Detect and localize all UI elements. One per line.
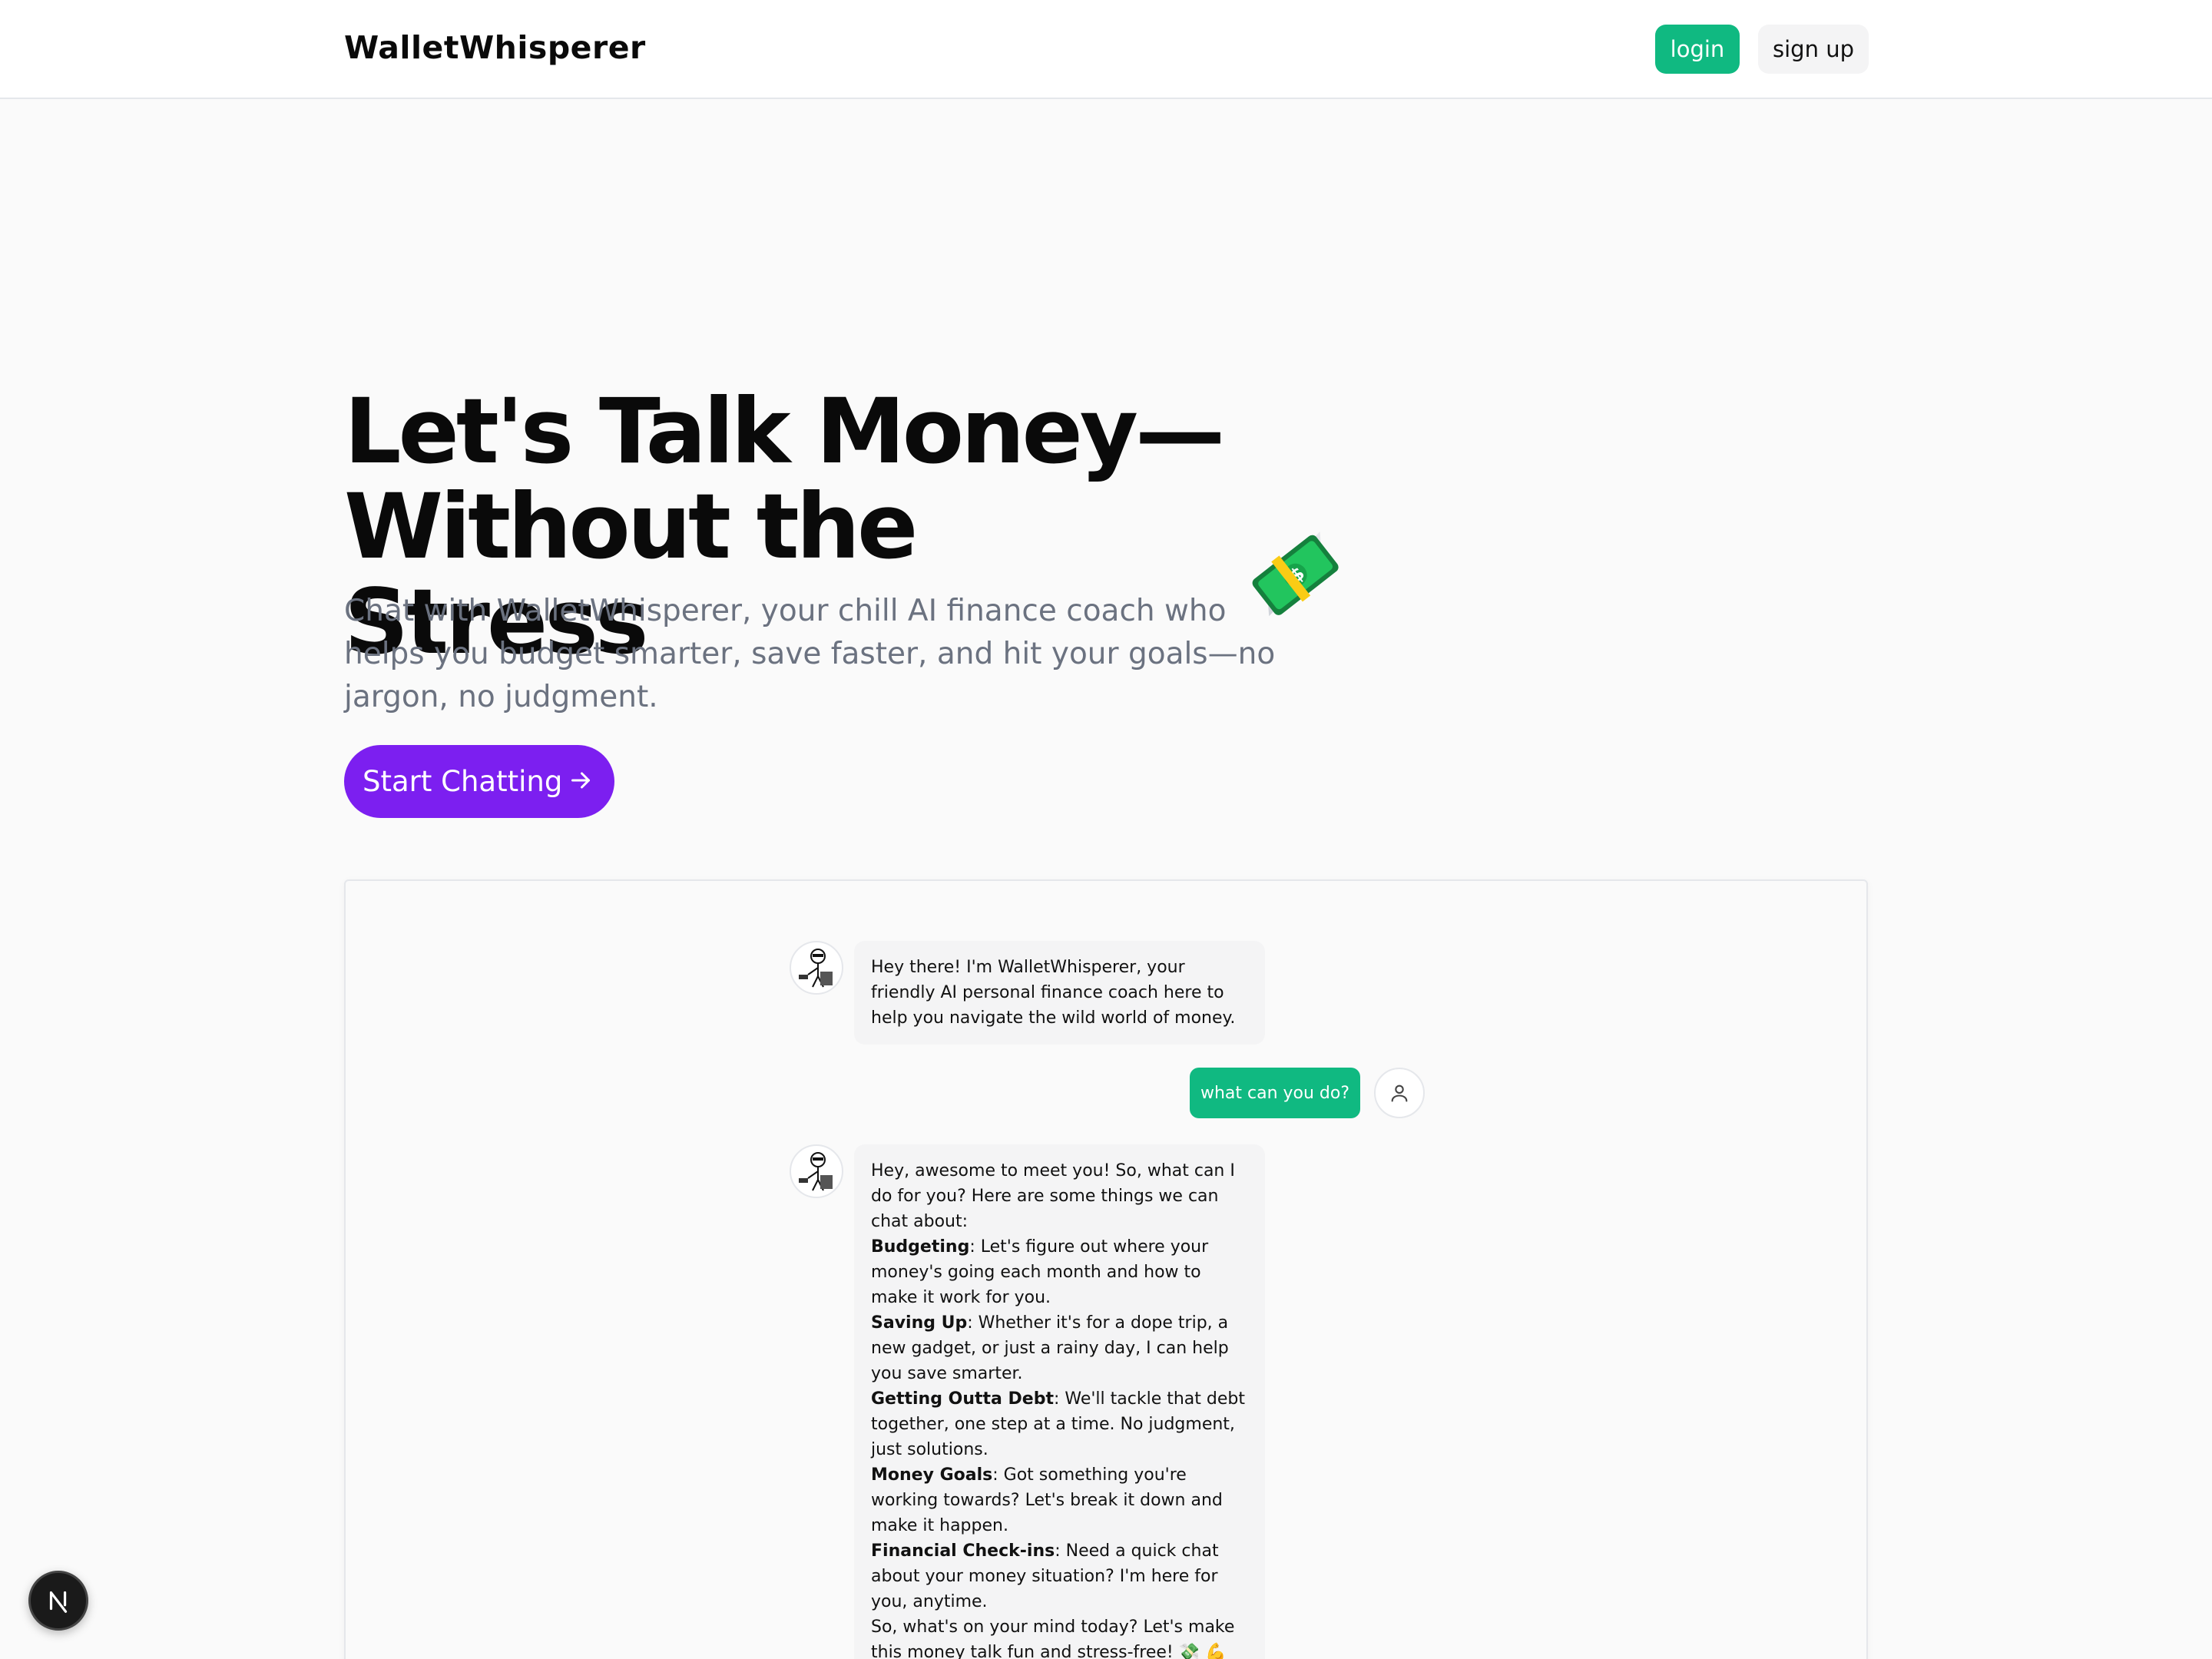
capability-title: Budgeting [871, 1237, 970, 1257]
signup-button[interactable]: sign up [1758, 25, 1869, 74]
capability-item: Money Goals: Got something you're workin… [871, 1462, 1248, 1538]
arrow-right-icon [571, 772, 590, 789]
bot-message-2: Hey, awesome to meet you! So, what can I… [854, 1144, 1265, 1659]
bot-message-2-intro: Hey, awesome to meet you! So, what can I… [871, 1161, 1235, 1231]
capability-item: Saving Up: Whether it's for a dope trip,… [871, 1310, 1248, 1386]
capability-item: Budgeting: Let's figure out where your m… [871, 1234, 1248, 1310]
nextjs-logo-icon[interactable] [28, 1571, 88, 1631]
user-message: what can you do? [1190, 1068, 1360, 1118]
capability-title: Money Goals [871, 1465, 993, 1485]
bot-message-2-outro: So, what's on your mind today? Let's mak… [871, 1618, 1235, 1659]
user-icon [1374, 1068, 1425, 1118]
brand-logo[interactable]: WalletWhisperer [344, 29, 646, 66]
hero-subtitle: Chat with WalletWhisperer, your chill AI… [344, 594, 1276, 714]
capability-title: Getting Outta Debt [871, 1389, 1054, 1409]
start-chatting-label: Start Chatting [363, 765, 563, 798]
capability-item: Getting Outta Debt: We'll tackle that de… [871, 1386, 1248, 1462]
bot-avatar-icon [790, 1144, 843, 1198]
login-button[interactable]: login [1655, 25, 1740, 74]
bot-avatar-icon [790, 941, 843, 995]
capability-title: Financial Check-ins [871, 1541, 1055, 1561]
hero-title-line1: Let's Talk Money— [344, 379, 1225, 484]
capability-title: Saving Up [871, 1313, 968, 1333]
start-chatting-button[interactable]: Start Chatting [344, 745, 614, 818]
chat-preview-panel: Hey there! I'm WalletWhisperer, your fri… [344, 879, 1868, 1659]
bot-message-1: Hey there! I'm WalletWhisperer, your fri… [854, 941, 1265, 1045]
capability-item: Financial Check-ins: Need a quick chat a… [871, 1538, 1248, 1614]
top-navbar: WalletWhisperer login sign up [0, 0, 2212, 99]
